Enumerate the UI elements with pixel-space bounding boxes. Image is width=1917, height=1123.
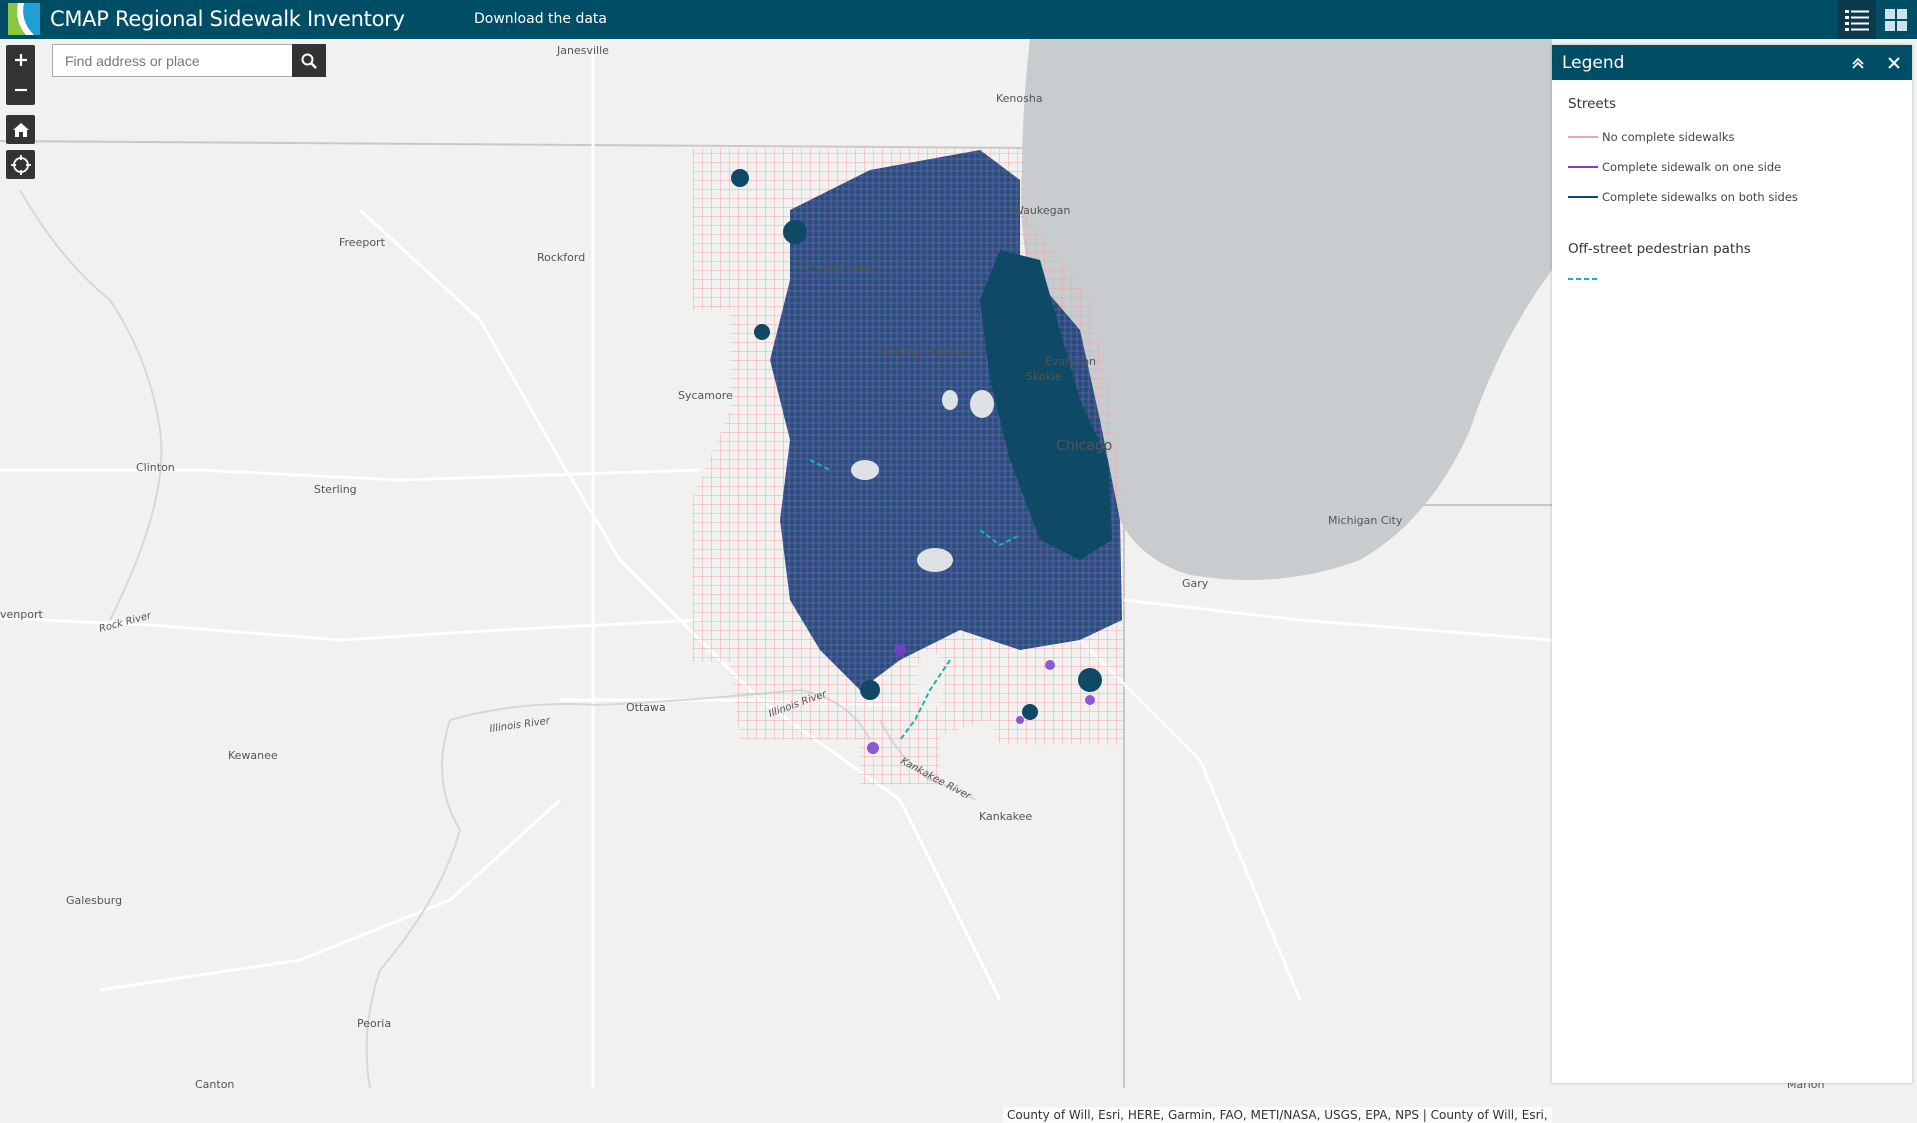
legend-item-label: No complete sidewalks: [1602, 130, 1735, 144]
legend-streets-heading: Streets: [1568, 96, 1617, 112]
search-button[interactable]: [292, 44, 326, 77]
label-skokie: Skokie: [1026, 370, 1062, 383]
close-icon: [1888, 57, 1900, 69]
label-peoria: Peoria: [357, 1017, 391, 1030]
map-attribution: County of Will, Esri, HERE, Garmin, FAO,…: [1003, 1107, 1552, 1123]
cmap-logo-icon: [8, 3, 40, 35]
plus-icon: [14, 54, 27, 66]
legend-list-icon: [1845, 9, 1869, 31]
layers-toggle-button[interactable]: [1877, 0, 1915, 39]
locate-button[interactable]: [6, 150, 35, 179]
legend-paths-swatch: [1568, 278, 1600, 280]
label-hoffman-estates: Hoffman Estates: [880, 345, 971, 358]
legend-swatch: [1568, 166, 1598, 168]
legend-paths-item: [1568, 277, 1600, 281]
legend-swatch: [1568, 196, 1598, 198]
layers-grid-icon: [1885, 8, 1907, 31]
label-chicago: Chicago: [1056, 438, 1112, 454]
label-michigan-city-1: Michigan City: [1328, 514, 1403, 527]
label-kenosha: Kenosha: [996, 92, 1043, 105]
label-ottawa: Ottawa: [626, 701, 666, 714]
label-rockford: Rockford: [537, 251, 585, 264]
label-davenport: venport: [0, 608, 43, 621]
legend-header: Legend: [1552, 45, 1912, 80]
locate-icon: [10, 154, 31, 175]
legend-item-label: Complete sidewalk on one side: [1602, 160, 1782, 174]
legend-close-button[interactable]: [1883, 52, 1905, 74]
zoom-in-button[interactable]: [6, 45, 35, 75]
label-kewanee: Kewanee: [228, 749, 278, 762]
legend-collapse-button[interactable]: [1847, 52, 1869, 74]
label-sycamore: Sycamore: [678, 389, 733, 402]
search-input[interactable]: [53, 45, 292, 76]
label-kankakee: Kankakee: [979, 810, 1032, 823]
label-freeport: Freeport: [339, 236, 386, 249]
minus-icon: [14, 88, 27, 92]
label-waukegan: Waukegan: [1013, 204, 1070, 217]
legend-item: No complete sidewalks: [1568, 130, 1735, 144]
collapse-icon: [1852, 57, 1864, 69]
home-icon: [12, 122, 29, 137]
label-crystal-lake: Crystal Lake: [804, 262, 872, 275]
legend-paths-heading: Off-street pedestrian paths: [1568, 241, 1751, 257]
legend-toggle-button[interactable]: [1838, 0, 1876, 39]
label-evanston: Evanston: [1045, 355, 1096, 368]
label-galesburg: Galesburg: [66, 894, 122, 907]
legend-swatch: [1568, 136, 1598, 138]
label-clinton: Clinton: [136, 461, 175, 474]
legend-title: Legend: [1562, 52, 1625, 73]
home-button[interactable]: [6, 115, 35, 144]
legend-item: Complete sidewalks on both sides: [1568, 190, 1798, 204]
legend-item-label: Complete sidewalks on both sides: [1602, 190, 1798, 204]
zoom-out-button[interactable]: [6, 75, 35, 105]
label-canton: Canton: [195, 1078, 234, 1088]
zoom-control: [6, 45, 35, 105]
download-data-link[interactable]: Download the data: [474, 11, 607, 27]
search-icon: [301, 53, 317, 69]
label-janesville: Janesville: [556, 44, 609, 57]
app-header: CMAP Regional Sidewalk Inventory Downloa…: [0, 0, 1917, 39]
search-box: [52, 44, 292, 77]
app-title: CMAP Regional Sidewalk Inventory: [50, 7, 405, 31]
label-gary: Gary: [1182, 577, 1209, 590]
legend-panel: Legend Streets No complete sidewalks Com…: [1552, 45, 1912, 1083]
legend-item: Complete sidewalk on one side: [1568, 160, 1781, 174]
label-sterling: Sterling: [314, 483, 357, 496]
